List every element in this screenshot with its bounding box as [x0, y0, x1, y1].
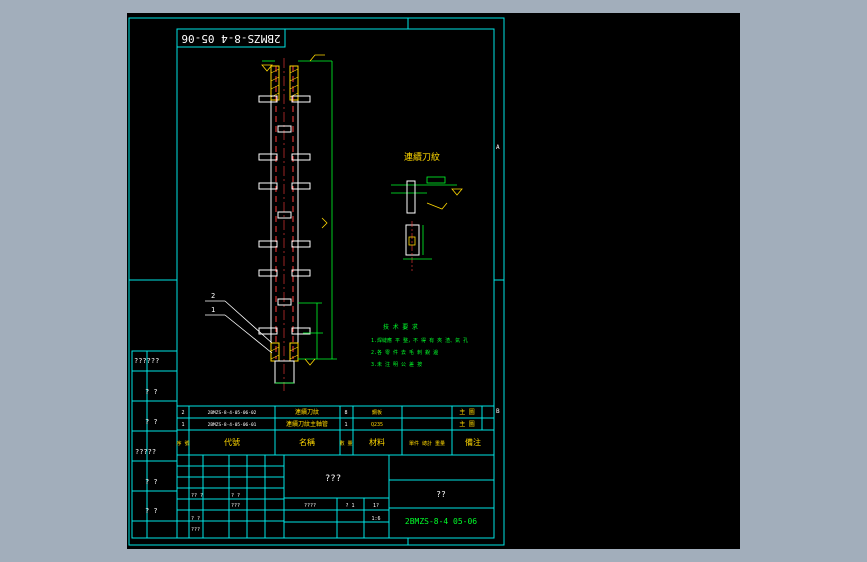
- scale-mark-2: ? 1: [345, 503, 354, 509]
- part-row-2-name: 連續刀紋: [295, 408, 319, 416]
- tech-note-4: 3.未 注 明 公 差 按: [371, 361, 422, 368]
- blade-left: [258, 240, 278, 248]
- blade-right: [291, 95, 311, 103]
- header-material: 材料: [369, 437, 385, 447]
- callout-1: 1: [211, 306, 215, 314]
- part-row-1-name: 連續刀紋主軸管: [286, 420, 328, 428]
- blade-right: [291, 182, 311, 190]
- part-row-1-note: 主 圖: [459, 420, 475, 428]
- blade-right: [291, 153, 311, 161]
- cad-viewport[interactable]: A B ?????? ? ? ? ? ????? ? ? ? ? 2BMZS-8…: [127, 13, 740, 549]
- blade-center: [277, 298, 292, 306]
- blade-left: [258, 269, 278, 277]
- header-weight: 單件 總計 重量: [409, 440, 445, 447]
- callout-2: 2: [211, 292, 215, 300]
- part-row-2-note: 主 圖: [459, 408, 475, 416]
- scale-mark-3: 1?: [373, 503, 379, 509]
- part-row-1-code: 2BMZS-8-4-05-06-01: [208, 422, 257, 428]
- blade-right: [291, 269, 311, 277]
- blade-right: [291, 240, 311, 248]
- sign-row-1: ?? ?: [191, 493, 203, 499]
- side-mark-3: ? ?: [145, 418, 158, 426]
- sign-row-2: ? ?: [231, 493, 240, 499]
- side-mark-1: ??????: [134, 357, 159, 365]
- border-mark-b: B: [496, 408, 500, 415]
- tech-note-2: 1.焊縫應 平 整，不 得 有 夾 渣、氣 孔: [371, 337, 468, 344]
- part-row-1-qty: 1: [344, 422, 347, 428]
- sign-row-5: ???: [191, 527, 200, 533]
- side-mark-4: ?????: [135, 448, 156, 456]
- header-code: 代號: [224, 437, 240, 447]
- blade-left: [258, 95, 278, 103]
- header-num: 序 號: [176, 440, 189, 447]
- blade-left: [258, 327, 278, 335]
- side-mark-6: ? ?: [145, 507, 158, 515]
- scale-mark-1: ????: [304, 503, 316, 509]
- header-qty: 數 量: [339, 440, 352, 447]
- blade-left: [258, 182, 278, 190]
- header-note: 備注: [465, 437, 481, 447]
- part-row-2-qty: 8: [344, 410, 347, 416]
- header-name: 名稱: [299, 437, 315, 447]
- sign-row-4: ? ?: [191, 516, 200, 522]
- part-row-1-num: 1: [181, 422, 184, 428]
- drawing-canvas[interactable]: A B ?????? ? ? ? ? ????? ? ? ? ? 2BMZS-8…: [127, 13, 740, 549]
- sign-row-3: ???: [231, 503, 240, 509]
- main-shaft: [270, 58, 299, 391]
- part-row-1-material: Q235: [371, 422, 383, 428]
- border-mark-a: A: [496, 144, 500, 151]
- part-row-2-code: 2BMZS-8-4-05-06-02: [208, 410, 257, 416]
- scale-mark-4: 1:6: [371, 516, 380, 522]
- title-right: ??: [436, 490, 446, 499]
- side-mark-5: ? ?: [145, 478, 158, 486]
- blade-center: [277, 125, 292, 133]
- part-row-2-num: 2: [181, 410, 184, 416]
- drawing-number: 2BMZS-8-4 05-06: [405, 517, 477, 526]
- tech-note-1: 技 术 要 求: [383, 323, 418, 331]
- title-center: ???: [325, 474, 341, 484]
- blade-center: [277, 211, 292, 219]
- tech-note-3: 2.各 零 件 去 毛 刺 銳 邊: [371, 349, 438, 356]
- blade-left: [258, 153, 278, 161]
- detail-title: 連續刀紋: [404, 151, 440, 163]
- part-row-2-material: 鋼板: [372, 409, 382, 416]
- stamp-number: 2BMZS-8-4 05-06: [181, 32, 280, 45]
- detail-view: [391, 176, 463, 271]
- blade-group: [258, 95, 311, 335]
- tech-notes: 技 术 要 求 1.焊縫應 平 整，不 得 有 夾 渣、氣 孔 2.各 零 件 …: [371, 323, 468, 368]
- side-mark-2: ? ?: [145, 388, 158, 396]
